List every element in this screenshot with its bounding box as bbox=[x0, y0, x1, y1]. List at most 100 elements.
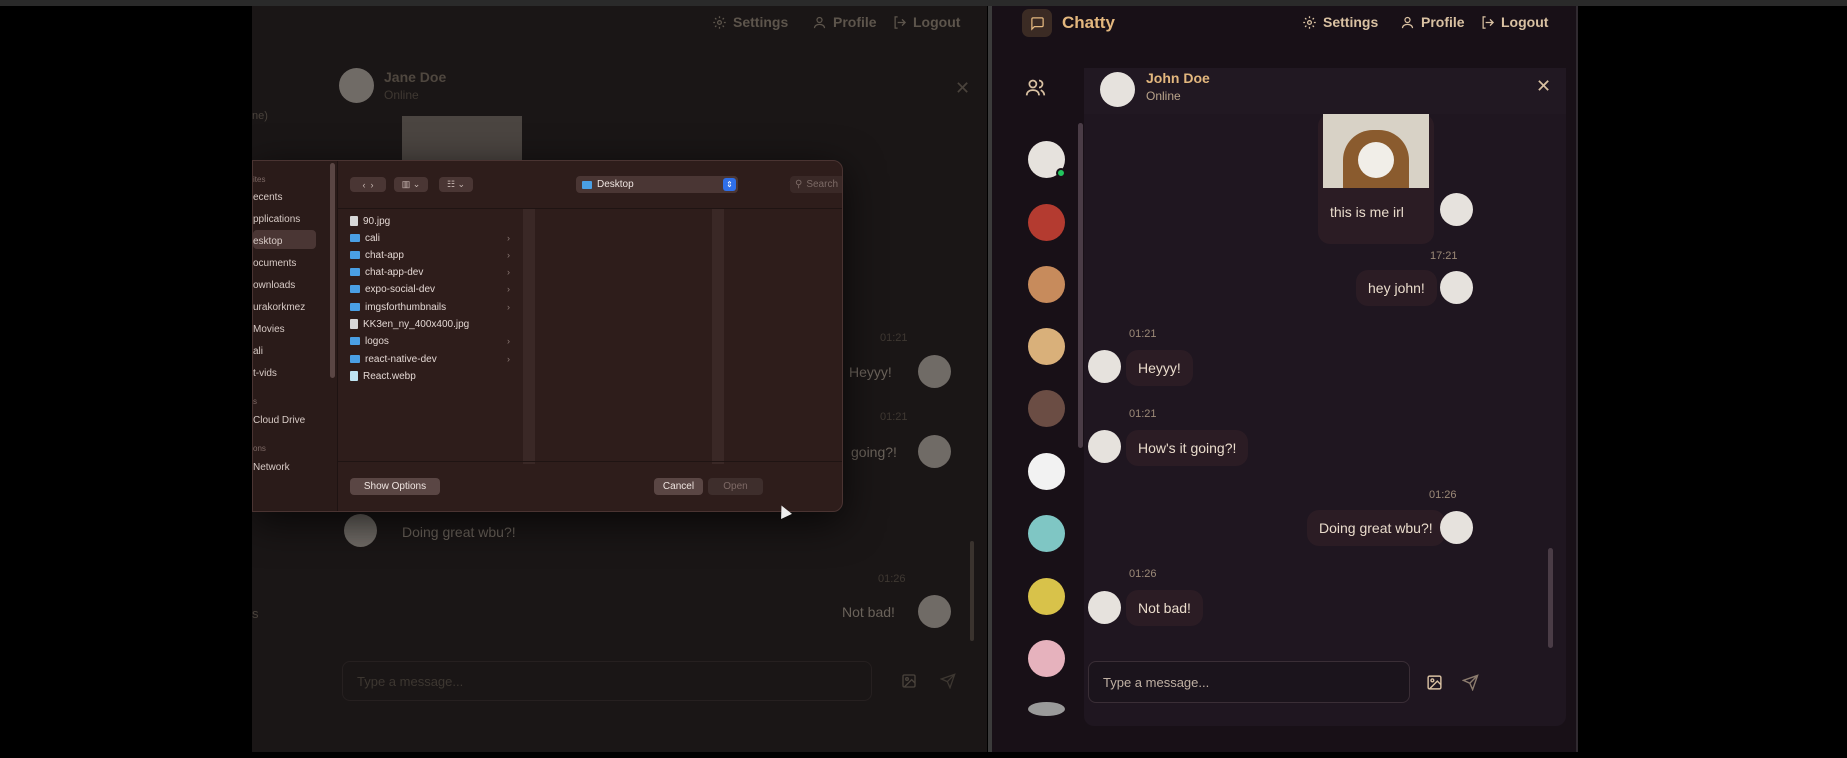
send-icon[interactable] bbox=[939, 673, 956, 694]
message-time: 01:21 bbox=[880, 332, 908, 344]
folder-icon bbox=[350, 337, 360, 345]
sidebar-fragment: ne) bbox=[252, 110, 268, 122]
folder-item[interactable]: imgsforthumbnails › bbox=[350, 299, 510, 315]
search-icon: ⚲ bbox=[795, 179, 803, 190]
messages-scrollbar[interactable] bbox=[1548, 548, 1553, 648]
contact-avatar[interactable] bbox=[1028, 453, 1065, 490]
show-options-button[interactable]: Show Options bbox=[350, 478, 440, 495]
file-item[interactable]: KK3en_ny_400x400.jpg bbox=[350, 316, 510, 332]
sidebar-heading: s bbox=[253, 397, 257, 406]
avatar bbox=[339, 68, 374, 103]
message-bubble: Not bad! bbox=[842, 604, 895, 620]
settings-button[interactable]: Settings bbox=[712, 14, 788, 30]
brand[interactable]: Chatty bbox=[1022, 9, 1115, 37]
image-icon[interactable] bbox=[901, 673, 917, 694]
contact-avatar[interactable] bbox=[1028, 702, 1065, 716]
sidebar-item-desktop[interactable]: esktop bbox=[253, 236, 282, 247]
message-time: 01:21 bbox=[1129, 328, 1157, 340]
image-face bbox=[1358, 142, 1394, 178]
chevron-right-icon: › bbox=[507, 336, 510, 346]
contact-avatar[interactable] bbox=[1028, 266, 1065, 303]
message-bubble: How's it going?! bbox=[1126, 430, 1249, 466]
sidebar-item[interactable]: urakorkmez bbox=[253, 302, 305, 313]
contact-avatar[interactable] bbox=[1028, 640, 1065, 677]
sidebar-item[interactable]: ecents bbox=[253, 192, 282, 203]
search-input[interactable]: ⚲ Search bbox=[790, 176, 842, 193]
open-button[interactable]: Open bbox=[708, 478, 763, 495]
sidebar-item[interactable]: pplications bbox=[253, 214, 300, 225]
folder-item[interactable]: cali › bbox=[350, 230, 510, 246]
contact-status: Online bbox=[1146, 89, 1181, 103]
sidebar-item[interactable]: Movies bbox=[253, 324, 285, 335]
message-time: 17:21 bbox=[1430, 250, 1458, 262]
view-columns-button[interactable]: ▥ ⌄ bbox=[394, 177, 428, 192]
user-icon bbox=[813, 16, 826, 28]
location-select[interactable]: Desktop ⇕ bbox=[576, 176, 738, 193]
chat-icon bbox=[1022, 9, 1052, 37]
sidebar-item[interactable]: ali bbox=[253, 346, 263, 357]
shared-image[interactable] bbox=[1323, 114, 1429, 188]
right-chat-window: Chatty Settings Profile Logout John Doe … bbox=[992, 6, 1578, 752]
profile-label: Profile bbox=[1421, 14, 1465, 30]
folder-item[interactable]: chat-app-dev › bbox=[350, 264, 510, 280]
file-item[interactable]: React.webp bbox=[350, 368, 510, 384]
file-name: chat-app-dev bbox=[365, 266, 424, 278]
cancel-button[interactable]: Cancel bbox=[654, 478, 703, 495]
chat-panel: John Doe Online ✕ this is me irl 17:21 h… bbox=[1084, 68, 1566, 726]
folder-item[interactable]: chat-app › bbox=[350, 247, 510, 263]
contact-avatar[interactable] bbox=[1028, 515, 1065, 552]
message-bubble: Heyyy! bbox=[849, 364, 892, 380]
settings-label: Settings bbox=[733, 14, 789, 30]
message-bubble: Doing great wbu?! bbox=[402, 524, 516, 540]
dialog-sidebar: ites ecents pplications esktop ocuments … bbox=[253, 161, 338, 511]
sidebar-item[interactable]: ocuments bbox=[253, 258, 296, 269]
contact-avatar[interactable] bbox=[1028, 328, 1065, 365]
chat-header: John Doe Online ✕ bbox=[1084, 68, 1566, 114]
sidebar-item[interactable]: ownloads bbox=[253, 280, 295, 291]
settings-button[interactable]: Settings bbox=[1302, 14, 1378, 30]
message-input[interactable]: Type a message... bbox=[342, 661, 872, 701]
profile-button[interactable]: Profile bbox=[1400, 14, 1465, 30]
settings-label: Settings bbox=[1323, 14, 1379, 30]
message-bubble: Heyyy! bbox=[1126, 350, 1193, 386]
profile-button[interactable]: Profile bbox=[812, 14, 877, 30]
column-divider[interactable] bbox=[523, 209, 535, 464]
close-icon[interactable]: ✕ bbox=[955, 78, 970, 99]
contact-avatar[interactable] bbox=[1028, 204, 1065, 241]
sidebar-heading: ons bbox=[253, 444, 266, 453]
sidebar-item[interactable]: Cloud Drive bbox=[253, 415, 305, 426]
send-icon[interactable] bbox=[1461, 674, 1479, 696]
logout-button[interactable]: Logout bbox=[892, 14, 960, 30]
back-forward-buttons[interactable]: ‹ › bbox=[350, 177, 386, 192]
chevron-right-icon: › bbox=[507, 267, 510, 277]
sidebar-scrollbar[interactable] bbox=[330, 163, 335, 378]
column-divider[interactable] bbox=[712, 209, 724, 464]
image-icon[interactable] bbox=[1426, 674, 1443, 696]
avatar bbox=[1088, 591, 1121, 624]
contact-status: Online bbox=[384, 88, 419, 102]
folder-item[interactable]: react-native-dev › bbox=[350, 351, 510, 367]
folder-item[interactable]: expo-social-dev › bbox=[350, 281, 510, 297]
shared-image bbox=[402, 116, 522, 160]
folder-icon bbox=[350, 285, 360, 293]
close-icon[interactable]: ✕ bbox=[1536, 76, 1551, 97]
scrollbar[interactable] bbox=[970, 541, 974, 641]
contacts-scrollbar[interactable] bbox=[1078, 123, 1083, 448]
contact-avatar[interactable] bbox=[1028, 578, 1065, 615]
logout-label: Logout bbox=[913, 14, 961, 30]
contact-avatar[interactable] bbox=[1028, 390, 1065, 427]
sidebar-fragment-2: s bbox=[252, 606, 259, 621]
file-item[interactable]: 90.jpg bbox=[350, 213, 510, 229]
message-bubble: Doing great wbu?! bbox=[1307, 510, 1445, 546]
chevron-updown-icon: ⇕ bbox=[723, 178, 736, 191]
sidebar-item[interactable]: t-vids bbox=[253, 368, 277, 379]
avatar bbox=[1088, 430, 1121, 463]
group-button[interactable]: ☷ ⌄ bbox=[439, 177, 473, 192]
message-bubble: going?! bbox=[851, 444, 897, 460]
avatar bbox=[918, 595, 951, 628]
folder-item[interactable]: logos › bbox=[350, 333, 510, 349]
message-input[interactable]: Type a message... bbox=[1088, 661, 1410, 703]
logout-button[interactable]: Logout bbox=[1480, 14, 1548, 30]
image-file-icon bbox=[350, 319, 358, 329]
sidebar-item[interactable]: Network bbox=[253, 462, 290, 473]
